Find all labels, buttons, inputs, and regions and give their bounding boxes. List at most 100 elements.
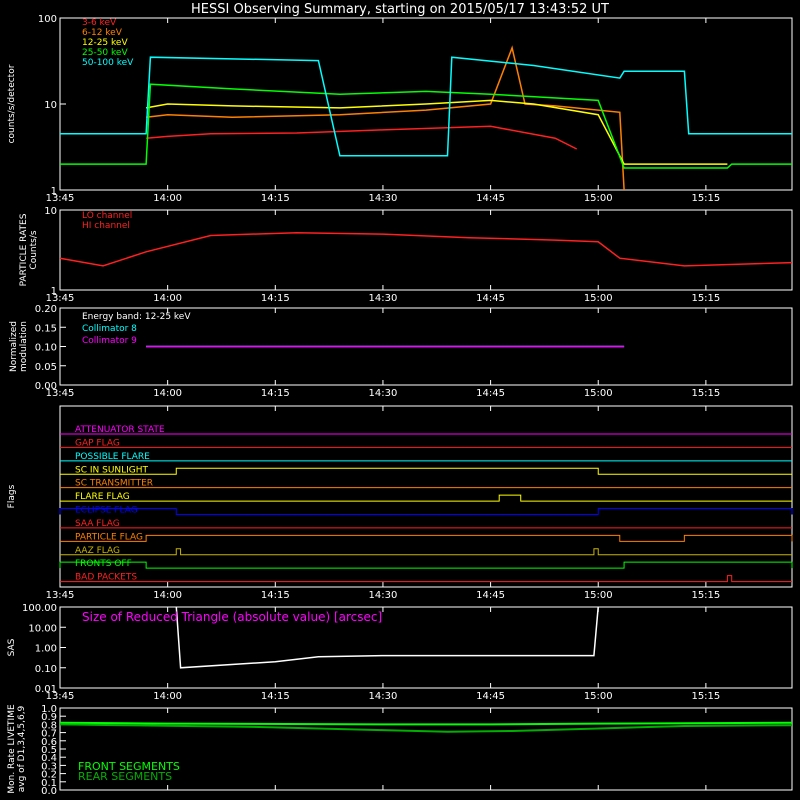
legend-entry: HI channel — [82, 221, 130, 231]
y-tick-label: 1 — [51, 186, 57, 197]
y-tick-label: 1 — [51, 286, 57, 297]
x-tick-label: 14:15 — [261, 590, 290, 601]
y-axis-label: modulation — [19, 321, 29, 372]
panel-frame — [59, 209, 793, 291]
panel-flags: 13:45 14:00 14:15 14:30 14:45 15:00 15:15 Flags… — [7, 405, 793, 601]
panel-particles: 13:45 14:00 14:15 14:30 14:45 15:00 15:15110PA… — [19, 206, 793, 304]
flag-label: SAA FLAG — [75, 519, 120, 529]
y-tick-label: 0.10 — [35, 664, 57, 675]
annotation: Size of Reduced Triangle (absolute value… — [82, 610, 382, 624]
flag-label: GAP FLAG — [75, 438, 120, 448]
flag-label: SC TRANSMITTER — [75, 479, 153, 489]
observing-summary-chart: HESSI Observing Summary, starting on 201… — [7, 2, 793, 797]
flag-line — [60, 548, 792, 556]
y-axis-label: Normalized — [9, 321, 19, 372]
x-tick-label: 14:45 — [476, 293, 505, 304]
y-tick-label: 1.00 — [35, 644, 57, 655]
y-tick-label: 0.15 — [35, 323, 57, 334]
y-tick-label: 0.10 — [35, 343, 57, 354]
flag-label: ATTENUATOR STATE — [75, 425, 165, 435]
series-line — [60, 56, 792, 157]
y-axis-label: avg of D1,3,4,5,6,9 — [17, 705, 27, 792]
y-tick-label: 0.01 — [35, 684, 57, 695]
series-line — [145, 99, 728, 165]
legend-entry: Collimator 8 — [82, 324, 137, 334]
series-line — [146, 45, 625, 191]
x-tick-label: 14:45 — [476, 388, 505, 399]
flag-line — [60, 534, 793, 542]
flag-line — [60, 467, 792, 475]
x-tick-label: 14:15 — [261, 691, 290, 702]
y-tick-label: 1.0 — [41, 704, 57, 715]
y-tick-label: 10 — [44, 206, 57, 217]
x-tick-label: 14:00 — [153, 590, 182, 601]
x-tick-label: 14:30 — [369, 193, 398, 204]
flag-label: AAZ FLAG — [75, 546, 120, 556]
x-tick-label: 14:45 — [476, 590, 505, 601]
y-axis-label: counts/s/detector — [7, 64, 17, 143]
panel-frame — [59, 405, 793, 588]
legend-entry: 12-25 keV — [82, 38, 128, 48]
x-tick-label: 15:00 — [584, 193, 613, 204]
series-line — [59, 721, 793, 726]
legend-entry: 6-12 keV — [82, 28, 123, 38]
y-tick-label: 0.20 — [35, 304, 57, 315]
legend-entry: REAR SEGMENTS — [78, 770, 172, 783]
flag-line — [60, 575, 792, 583]
y-tick-label: 10 — [44, 100, 57, 111]
panel-rates: 13:45 14:00 14:15 14:30 14:45 15:00 15:1511010… — [7, 14, 793, 204]
x-tick-label: 14:45 — [476, 691, 505, 702]
y-tick-label: 0.05 — [35, 362, 57, 373]
flag-label: FLARE FLAG — [75, 492, 130, 502]
y-tick-label: 0.00 — [35, 381, 57, 392]
x-tick-label: 14:00 — [153, 293, 182, 304]
flag-label: ECLIPSE FLAG — [75, 506, 138, 516]
x-tick-label: 13:45 — [46, 590, 75, 601]
flag-label: FRONTS OFF — [75, 559, 132, 569]
page-title: HESSI Observing Summary, starting on 201… — [191, 2, 609, 17]
flag-label: POSSIBLE FLARE — [75, 452, 150, 462]
x-tick-label: 14:15 — [261, 193, 290, 204]
legend-entry: 3-6 keV — [82, 18, 117, 28]
x-tick-label: 15:00 — [584, 388, 613, 399]
x-tick-label: 15:00 — [584, 691, 613, 702]
legend-entry: 25-50 keV — [82, 48, 128, 58]
flag-label: BAD PACKETS — [75, 573, 137, 583]
panel-modulation: 13:45 14:00 14:15 14:30 14:45 15:00 15:150.000… — [9, 304, 793, 399]
y-axis-label: Flags — [7, 484, 17, 508]
y-tick-label: 100 — [38, 14, 57, 25]
x-tick-label: 14:30 — [369, 590, 398, 601]
panel-sas: 13:45 14:00 14:15 14:30 14:45 15:00 15:150.010… — [7, 603, 793, 702]
x-tick-label: 15:15 — [691, 590, 720, 601]
x-tick-label: 14:15 — [261, 293, 290, 304]
flag-line — [59, 508, 793, 515]
legend-entry: Collimator 9 — [82, 336, 137, 346]
series-line — [59, 723, 793, 733]
y-axis-label: Mon. Rate LIVETIME — [7, 704, 17, 794]
x-tick-label: 15:15 — [691, 293, 720, 304]
y-tick-label: 10.00 — [28, 623, 57, 634]
flag-label: PARTICLE FLAG — [75, 532, 143, 542]
x-tick-label: 14:30 — [369, 388, 398, 399]
flag-line — [60, 494, 792, 502]
legend-entry: LO channel — [82, 211, 132, 221]
x-tick-label: 14:00 — [153, 193, 182, 204]
panel-livetime: 0.00.10.20.30.40.50.60.70.80.91.0Mon. Ra… — [7, 704, 793, 797]
observing-summary: HESSI Observing Summary, starting on 201… — [0, 0, 800, 800]
x-tick-label: 14:30 — [369, 691, 398, 702]
legend-entry: 50-100 keV — [82, 58, 134, 68]
x-tick-label: 14:30 — [369, 293, 398, 304]
flag-label: SC IN SUNLIGHT — [75, 465, 149, 475]
x-tick-label: 14:15 — [261, 388, 290, 399]
annotation: Energy band: 12-25 keV — [82, 312, 191, 322]
series-line — [146, 125, 578, 150]
x-tick-label: 14:00 — [153, 691, 182, 702]
x-tick-label: 14:00 — [153, 388, 182, 399]
x-tick-label: 15:15 — [691, 388, 720, 399]
x-tick-label: 15:00 — [584, 293, 613, 304]
series-line — [59, 231, 793, 267]
x-tick-label: 15:15 — [691, 193, 720, 204]
x-tick-label: 15:15 — [691, 691, 720, 702]
y-axis-label: Counts/s — [29, 230, 39, 269]
flag-line — [59, 561, 793, 569]
